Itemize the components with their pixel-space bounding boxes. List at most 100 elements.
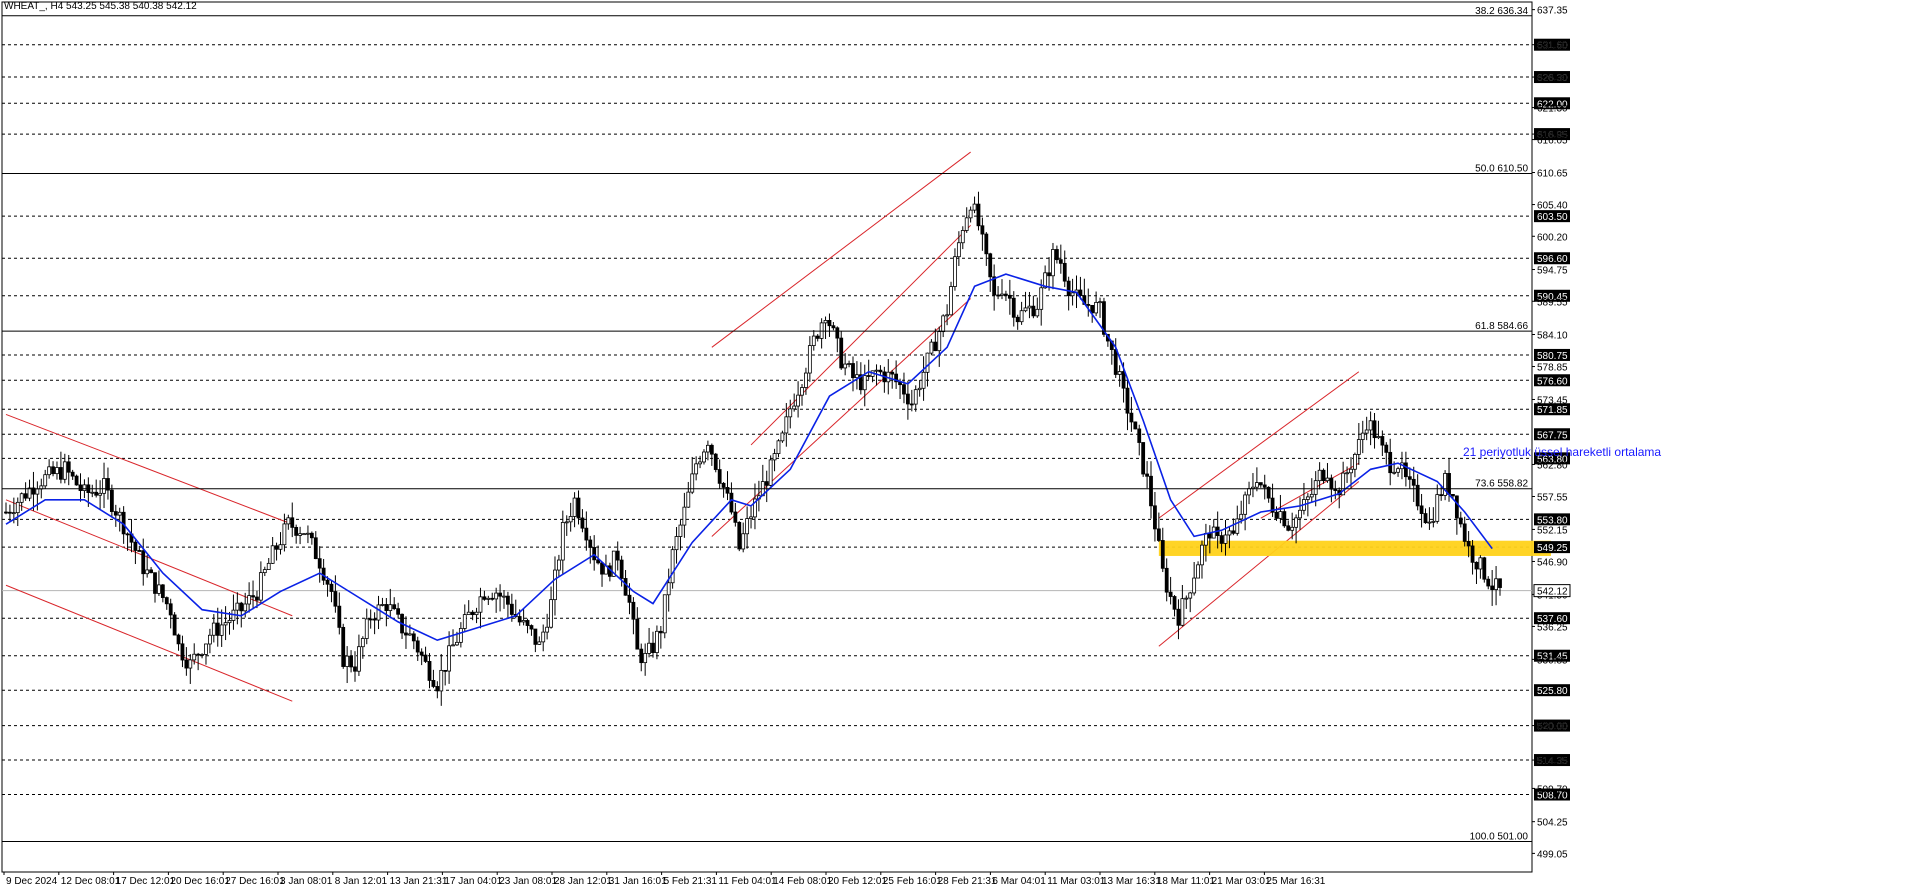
candle-down — [1121, 371, 1126, 389]
x-tick-label: 3 Jan 08:01 — [280, 876, 333, 887]
candle-up — [1243, 494, 1248, 515]
candle-down — [1447, 473, 1451, 495]
candle-up — [702, 451, 706, 463]
candle-up — [55, 467, 59, 475]
candle-up — [455, 641, 459, 646]
y-tick-label: 520.00 — [1537, 722, 1568, 733]
candle-up — [666, 582, 671, 596]
candle-up — [1223, 534, 1228, 544]
candle-up — [811, 335, 816, 346]
y-tick-label: 610.65 — [1537, 169, 1568, 180]
candle-up — [960, 230, 965, 244]
y-tick-label: 557.55 — [1537, 492, 1568, 503]
candle-down — [1125, 387, 1130, 414]
level-price-label: 571.85 — [1537, 405, 1568, 416]
candle-down — [255, 596, 259, 601]
candle-down — [411, 633, 416, 642]
x-tick-label: 13 Jan 21:31 — [390, 876, 448, 887]
candle-up — [235, 602, 240, 611]
candle-down — [239, 602, 244, 612]
candle-down — [623, 578, 628, 596]
candle-up — [772, 453, 777, 461]
candle-down — [1176, 608, 1181, 626]
y-tick-label: 616.05 — [1537, 136, 1568, 147]
candle-up — [200, 654, 204, 656]
candle-up — [1305, 496, 1310, 500]
y-tick-label: 637.35 — [1537, 6, 1568, 17]
candle-down — [392, 604, 397, 610]
x-tick-label: 27 Dec 16:01 — [225, 876, 285, 887]
x-tick-label: 11 Mar 03:01 — [1047, 876, 1106, 887]
candle-down — [902, 384, 906, 395]
x-tick-label: 11 Feb 04:01 — [718, 876, 777, 887]
candle-down — [1031, 305, 1036, 317]
candle-up — [223, 622, 228, 626]
x-tick-label: 20 Feb 12:01 — [828, 876, 887, 887]
candle-down — [482, 596, 487, 600]
candle-down — [1113, 349, 1118, 375]
candle-up — [1023, 307, 1028, 312]
x-tick-label: 28 Jan 12:01 — [554, 876, 612, 887]
candle-up — [521, 620, 526, 623]
candle-up — [949, 286, 953, 316]
candle-down — [349, 655, 353, 668]
candle-down — [615, 550, 620, 561]
candle-up — [1317, 469, 1322, 482]
candle-up — [1239, 513, 1244, 520]
candle-down — [1137, 428, 1142, 443]
candle-down — [1207, 533, 1212, 539]
candle-down — [184, 659, 189, 669]
x-tick-label: 8 Jan 12:01 — [335, 876, 388, 887]
candle-down — [1321, 469, 1326, 482]
price-chart[interactable]: 38.2 636.34 50.0 610.50 61.8 584.66 73.6 55… — [0, 0, 1916, 888]
y-tick-label: 530.85 — [1537, 655, 1568, 666]
candle-down — [709, 444, 714, 455]
candle-down — [1407, 476, 1412, 480]
candle-down — [341, 626, 346, 667]
x-tick-label: 14 Feb 08:01 — [773, 876, 832, 887]
candle-down — [8, 511, 12, 514]
level-price-label: 567.75 — [1537, 430, 1568, 441]
candle-up — [27, 487, 32, 499]
candle-down — [1419, 505, 1424, 514]
candle-up — [35, 488, 40, 495]
candle-down — [506, 595, 510, 605]
candle-down — [835, 327, 840, 339]
candle-down — [627, 594, 632, 603]
candle-down — [988, 253, 993, 278]
candle-down — [1380, 436, 1385, 446]
candle-up — [1309, 493, 1314, 498]
candle-up — [1360, 432, 1365, 440]
candle-up — [1070, 292, 1075, 297]
time-axis[interactable]: 9 Dec 2024 12 Dec 08:0117 Dec 12:0120 Dec… — [2, 871, 1532, 887]
candle-up — [1368, 420, 1373, 431]
candle-up — [847, 363, 851, 365]
candle-down — [533, 628, 538, 645]
candle-up — [800, 387, 804, 396]
candle-down — [1403, 462, 1408, 478]
candle-down — [431, 680, 436, 687]
candle-up — [298, 533, 302, 536]
candle-up — [549, 599, 553, 628]
candle-down — [658, 630, 663, 634]
candle-up — [117, 511, 122, 516]
candle-up — [568, 516, 573, 523]
candle-down — [1329, 477, 1334, 490]
candle-down — [313, 537, 318, 560]
candle-down — [498, 592, 502, 597]
candle-down — [74, 475, 79, 486]
candle-down — [4, 511, 8, 514]
candle-up — [502, 595, 506, 598]
candle-down — [631, 601, 636, 620]
candle-down — [1466, 541, 1471, 547]
candle-up — [1196, 564, 1200, 579]
candle-up — [102, 478, 106, 494]
candle-down — [396, 608, 401, 615]
candle-up — [925, 352, 930, 373]
candle-up — [227, 620, 232, 624]
candle-up — [929, 341, 934, 354]
candle-down — [70, 471, 75, 477]
candle-up — [1000, 293, 1004, 296]
candle-up — [1294, 517, 1298, 528]
price-axis[interactable]: 631.60626.30622.00616.95603.50596.60590.… — [1532, 6, 1571, 861]
